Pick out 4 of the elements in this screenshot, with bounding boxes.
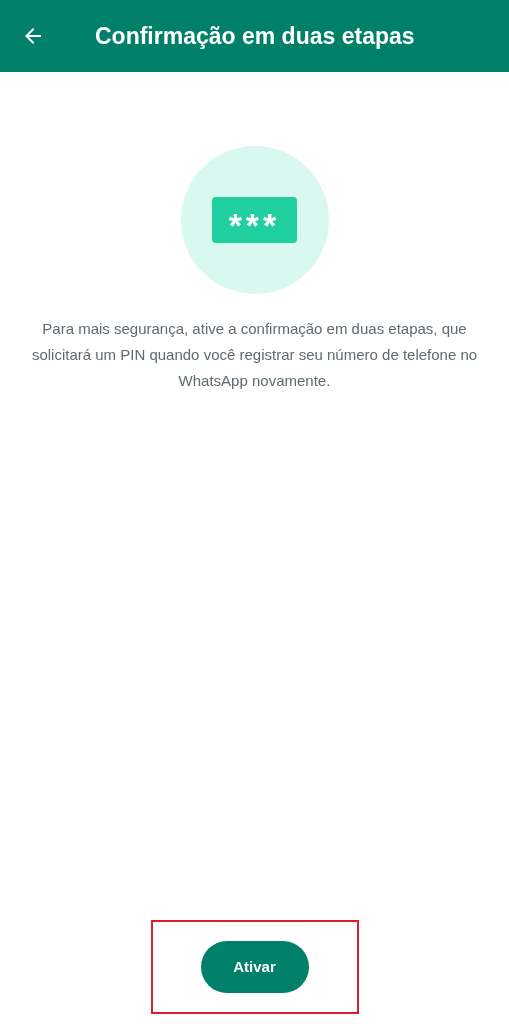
pin-mask-text: *** [228, 205, 281, 242]
description-text: Para mais segurança, ative a confirmação em duas etapas, que solicitará um PIN quando você registrar seu número de telefone no WhatsApp novamente. [30, 319, 479, 391]
screen-title: Confirmação em duas etapas [95, 21, 415, 51]
activate-button[interactable]: Ativar [200, 941, 309, 993]
